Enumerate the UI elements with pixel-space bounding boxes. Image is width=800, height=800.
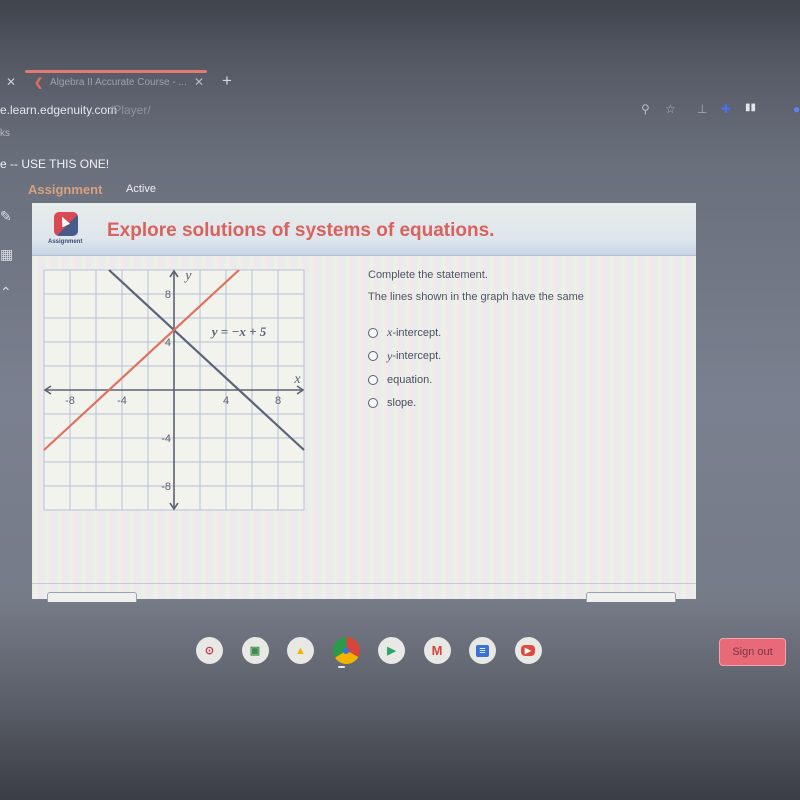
tab-active-indicator: [25, 70, 207, 73]
option-slope[interactable]: slope.: [368, 392, 678, 416]
app-glyph: ●: [341, 642, 351, 659]
activity-header: Assignment Explore solutions of systems …: [32, 203, 696, 256]
x-axis-label: x: [293, 372, 301, 387]
activity-panel: Assignment Explore solutions of systems …: [32, 203, 696, 602]
badge-label: Assignment: [48, 239, 83, 245]
radio-button[interactable]: [368, 351, 378, 362]
address-bar[interactable]: e.learn.edgenuity.com /Player/ ⚲ ☆ ⊥ ✚ ▮…: [0, 100, 800, 122]
star-icon[interactable]: ☆: [665, 102, 676, 116]
location-icon[interactable]: ⚲: [641, 102, 650, 116]
option-text: slope.: [387, 397, 417, 410]
x-tick-label: 8: [275, 395, 281, 407]
question-block: Complete the statement. The lines shown …: [368, 269, 678, 415]
youtube-icon[interactable]: ▶: [514, 637, 542, 664]
puzzle-icon[interactable]: ✚: [721, 102, 731, 116]
option-text: -intercept.: [392, 350, 442, 363]
reading-list-icon[interactable]: ▮▮: [745, 102, 756, 113]
app-glyph: ▶: [520, 645, 536, 656]
app-glyph: ⊙: [204, 645, 215, 657]
y-tick-label: -8: [161, 481, 171, 493]
option-text: -intercept.: [392, 326, 442, 339]
radio-button[interactable]: [368, 327, 378, 338]
calculator-icon[interactable]: ▦: [0, 246, 16, 284]
tab-title: Algebra II Accurate Course - ...: [50, 77, 187, 88]
tab-close-icon[interactable]: ✕: [194, 75, 204, 89]
question-stem: The lines shown in the graph have the sa…: [368, 291, 584, 303]
classroom-icon[interactable]: ▣: [241, 637, 269, 664]
chrome-running-indicator: [338, 666, 345, 668]
assignment-bar: Assignment Active: [28, 181, 156, 199]
extension-icon[interactable]: ⊥: [697, 102, 707, 116]
footer-divider: [32, 583, 696, 584]
close-icon[interactable]: ✕: [6, 75, 16, 89]
radio-button[interactable]: [368, 374, 378, 385]
sign-out-button[interactable]: Sign out: [719, 638, 786, 666]
course-title: e -- USE THIS ONE!: [0, 157, 110, 171]
assignment-label: Assignment: [28, 182, 103, 197]
new-tab-button[interactable]: +: [222, 71, 232, 91]
option-text: equation.: [387, 373, 433, 386]
radio-button[interactable]: [368, 398, 378, 409]
docs-icon[interactable]: ≡: [469, 637, 496, 664]
option-x-intercept[interactable]: x -intercept.: [368, 321, 678, 345]
x-tick-label: -4: [117, 395, 127, 407]
previous-button[interactable]: [47, 592, 137, 602]
url-host: e.learn.edgenuity.com: [0, 103, 118, 117]
next-button[interactable]: [586, 592, 676, 602]
app-glyph: ▲: [295, 644, 306, 657]
drive-icon[interactable]: ▲: [287, 637, 314, 664]
coordinate-graph: xy-8 -4 4 884-4-8y = −x + 5: [43, 269, 305, 511]
x-tick-label: -8: [65, 395, 75, 407]
question-prompt: Complete the statement.: [368, 269, 488, 281]
app-launcher-icon[interactable]: ⊙: [196, 637, 223, 664]
y-tick-label: -4: [161, 433, 171, 445]
url-path: /Player/: [110, 103, 151, 117]
app-glyph: M: [431, 643, 443, 658]
gmail-icon[interactable]: M: [423, 637, 451, 664]
tab-strip: ✕ ❮ Algebra II Accurate Course - ... ✕ +: [0, 70, 800, 96]
tab-algebra-course[interactable]: ❮ Algebra II Accurate Course - ... ✕: [25, 70, 208, 96]
profile-icon[interactable]: ●: [793, 102, 800, 116]
play-store-icon[interactable]: ▶: [378, 637, 405, 664]
chromeos-shelf: ⊙ ▣ ▲ ● ▶ M ≡ ▶: [196, 637, 542, 664]
answer-options: x -intercept. y -intercept. equation. sl…: [368, 321, 678, 415]
app-glyph: ▶: [387, 645, 396, 657]
y-axis-label: y: [183, 269, 192, 284]
x-tick-label: 4: [223, 395, 229, 407]
app-glyph: ▣: [249, 645, 261, 657]
option-equation[interactable]: equation.: [368, 368, 678, 392]
edgenuity-favicon-icon: ❮: [34, 77, 44, 89]
option-y-intercept[interactable]: y -intercept.: [368, 345, 678, 369]
chrome-icon[interactable]: ●: [332, 637, 360, 664]
assignment-badge-icon: [54, 212, 78, 236]
y-tick-label: 8: [165, 289, 171, 301]
pencil-icon[interactable]: ✎: [0, 208, 16, 246]
activity-title: Explore solutions of systems of equation…: [107, 220, 495, 241]
assignment-status: Active: [126, 183, 156, 195]
highlighter-icon[interactable]: ⌃: [0, 284, 16, 322]
side-toolbar: ✎ ▦ ⌃: [0, 208, 16, 322]
line-equation-label: y = −x + 5: [210, 324, 267, 339]
bookmarks-bar[interactable]: ks: [0, 128, 10, 139]
app-glyph: ≡: [476, 644, 489, 657]
